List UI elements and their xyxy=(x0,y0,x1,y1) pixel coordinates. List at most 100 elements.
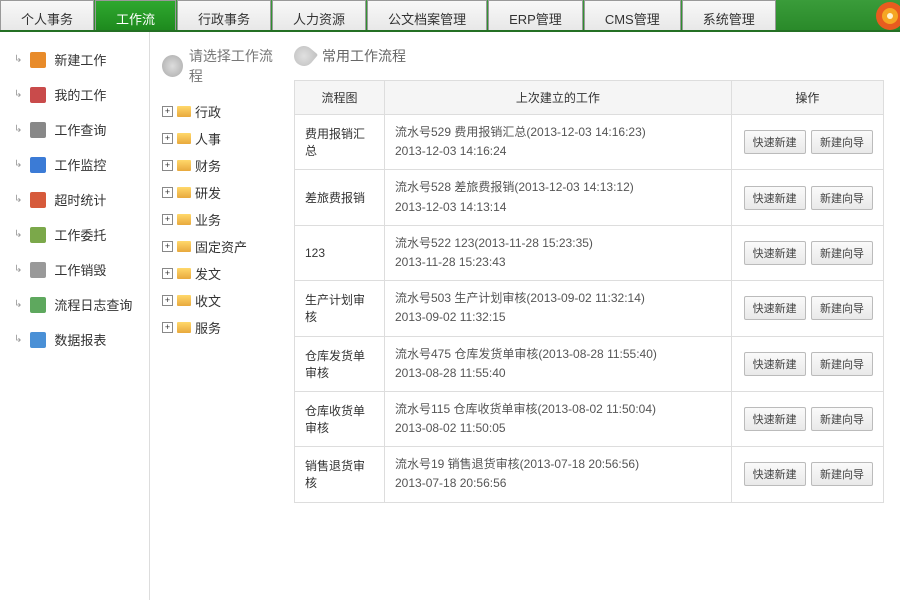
sidebar-item[interactable]: ↳ 新建工作 xyxy=(0,42,149,77)
cell-ops: 快速新建 新建向导 xyxy=(731,447,883,502)
sidebar-item[interactable]: ↳ 超时统计 xyxy=(0,182,149,217)
cell-flow-name: 仓库收货单审核 xyxy=(295,391,385,446)
expand-icon[interactable]: + xyxy=(162,241,173,252)
tree-list: + 行政+ 人事+ 财务+ 研发+ 业务+ 固定资产+ 发文+ 收文+ 服务 xyxy=(162,98,282,341)
cell-flow-name: 费用报销汇总 xyxy=(295,115,385,170)
wizard-create-button[interactable]: 新建向导 xyxy=(811,352,873,376)
bullet-icon: ↳ xyxy=(14,159,22,170)
bullet-icon: ↳ xyxy=(14,54,22,65)
folder-icon xyxy=(177,241,191,252)
expand-icon[interactable]: + xyxy=(162,133,173,144)
sidebar-label: 工作销毁 xyxy=(54,260,106,279)
expand-icon[interactable]: + xyxy=(162,214,173,225)
expand-icon[interactable]: + xyxy=(162,322,173,333)
folder-icon xyxy=(177,214,191,225)
nav-tab[interactable]: 行政事务 xyxy=(177,0,271,30)
top-nav: 个人事务工作流行政事务人力资源公文档案管理ERP管理CMS管理系统管理 xyxy=(0,0,900,32)
cell-last-work: 流水号115 仓库收货单审核(2013-08-02 11:50:04)2013-… xyxy=(385,391,732,446)
sidebar-item[interactable]: ↳ 工作委托 xyxy=(0,217,149,252)
folder-icon xyxy=(177,133,191,144)
quick-create-button[interactable]: 快速新建 xyxy=(744,241,806,265)
sidebar-label: 数据报表 xyxy=(54,330,106,349)
nav-tab[interactable]: 系统管理 xyxy=(682,0,776,30)
nav-tab[interactable]: CMS管理 xyxy=(584,0,681,30)
wizard-create-button[interactable]: 新建向导 xyxy=(811,407,873,431)
sidebar-item[interactable]: ↳ 工作监控 xyxy=(0,147,149,182)
tree-node[interactable]: + 业务 xyxy=(162,206,282,233)
tree-node[interactable]: + 研发 xyxy=(162,179,282,206)
quick-create-button[interactable]: 快速新建 xyxy=(744,130,806,154)
cell-ops: 快速新建 新建向导 xyxy=(731,281,883,336)
sidebar-item[interactable]: ↳ 数据报表 xyxy=(0,322,149,357)
sidebar-icon xyxy=(30,192,46,208)
expand-icon[interactable]: + xyxy=(162,160,173,171)
nav-tab[interactable]: ERP管理 xyxy=(488,0,583,30)
col-ops: 操作 xyxy=(731,81,883,115)
sidebar-item[interactable]: ↳ 我的工作 xyxy=(0,77,149,112)
sidebar-label: 新建工作 xyxy=(54,50,106,69)
expand-icon[interactable]: + xyxy=(162,295,173,306)
bullet-icon: ↳ xyxy=(14,334,22,345)
sidebar-icon xyxy=(30,262,46,278)
tree-panel: 请选择工作流程 + 行政+ 人事+ 财务+ 研发+ 业务+ 固定资产+ 发文+ … xyxy=(150,32,290,600)
quick-create-button[interactable]: 快速新建 xyxy=(744,407,806,431)
tree-node[interactable]: + 人事 xyxy=(162,125,282,152)
tree-node[interactable]: + 服务 xyxy=(162,314,282,341)
quick-create-button[interactable]: 快速新建 xyxy=(744,462,806,486)
sidebar-icon xyxy=(30,87,46,103)
tree-node-label: 研发 xyxy=(195,183,221,202)
cell-flow-name: 生产计划审核 xyxy=(295,281,385,336)
logo-icon xyxy=(860,0,900,34)
expand-icon[interactable]: + xyxy=(162,187,173,198)
cell-flow-name: 差旅费报销 xyxy=(295,170,385,225)
quick-create-button[interactable]: 快速新建 xyxy=(744,296,806,320)
folder-icon xyxy=(177,322,191,333)
nav-tab[interactable]: 工作流 xyxy=(95,0,176,30)
tree-node[interactable]: + 行政 xyxy=(162,98,282,125)
cell-flow-name: 123 xyxy=(295,225,385,280)
folder-icon xyxy=(177,295,191,306)
workflow-table: 流程图 上次建立的工作 操作 费用报销汇总 流水号529 费用报销汇总(2013… xyxy=(294,80,884,503)
wizard-create-button[interactable]: 新建向导 xyxy=(811,186,873,210)
sidebar-icon xyxy=(30,122,46,138)
wizard-create-button[interactable]: 新建向导 xyxy=(811,130,873,154)
sidebar-label: 流程日志查询 xyxy=(54,295,132,314)
folder-icon xyxy=(177,268,191,279)
sidebar-item[interactable]: ↳ 工作查询 xyxy=(0,112,149,147)
folder-icon xyxy=(177,106,191,117)
nav-tab[interactable]: 个人事务 xyxy=(0,0,94,30)
sidebar-icon xyxy=(30,297,46,313)
sidebar-label: 工作委托 xyxy=(54,225,106,244)
sidebar-icon xyxy=(30,157,46,173)
tree-node-label: 发文 xyxy=(195,264,221,283)
sidebar-label: 超时统计 xyxy=(54,190,106,209)
tree-node[interactable]: + 财务 xyxy=(162,152,282,179)
sidebar-icon xyxy=(30,227,46,243)
wizard-create-button[interactable]: 新建向导 xyxy=(811,296,873,320)
sidebar-label: 我的工作 xyxy=(54,85,106,104)
table-row: 123 流水号522 123(2013-11-28 15:23:35)2013-… xyxy=(295,225,884,280)
nav-tab[interactable]: 人力资源 xyxy=(272,0,366,30)
cell-ops: 快速新建 新建向导 xyxy=(731,391,883,446)
col-last: 上次建立的工作 xyxy=(385,81,732,115)
tree-node[interactable]: + 收文 xyxy=(162,287,282,314)
sidebar-item[interactable]: ↳ 流程日志查询 xyxy=(0,287,149,322)
quick-create-button[interactable]: 快速新建 xyxy=(744,352,806,376)
tree-node[interactable]: + 发文 xyxy=(162,260,282,287)
cell-flow-name: 仓库发货单审核 xyxy=(295,336,385,391)
wizard-create-button[interactable]: 新建向导 xyxy=(811,241,873,265)
folder-icon xyxy=(177,187,191,198)
tree-node[interactable]: + 固定资产 xyxy=(162,233,282,260)
expand-icon[interactable]: + xyxy=(162,268,173,279)
tree-node-label: 服务 xyxy=(195,318,221,337)
wizard-create-button[interactable]: 新建向导 xyxy=(811,462,873,486)
sidebar: ↳ 新建工作↳ 我的工作↳ 工作查询↳ 工作监控↳ 超时统计↳ 工作委托↳ 工作… xyxy=(0,32,150,600)
sidebar-item[interactable]: ↳ 工作销毁 xyxy=(0,252,149,287)
panel-header: 常用工作流程 xyxy=(294,46,884,66)
quick-create-button[interactable]: 快速新建 xyxy=(744,186,806,210)
expand-icon[interactable]: + xyxy=(162,106,173,117)
bullet-icon: ↳ xyxy=(14,264,22,275)
sidebar-label: 工作查询 xyxy=(54,120,106,139)
bullet-icon: ↳ xyxy=(14,194,22,205)
nav-tab[interactable]: 公文档案管理 xyxy=(367,0,487,30)
